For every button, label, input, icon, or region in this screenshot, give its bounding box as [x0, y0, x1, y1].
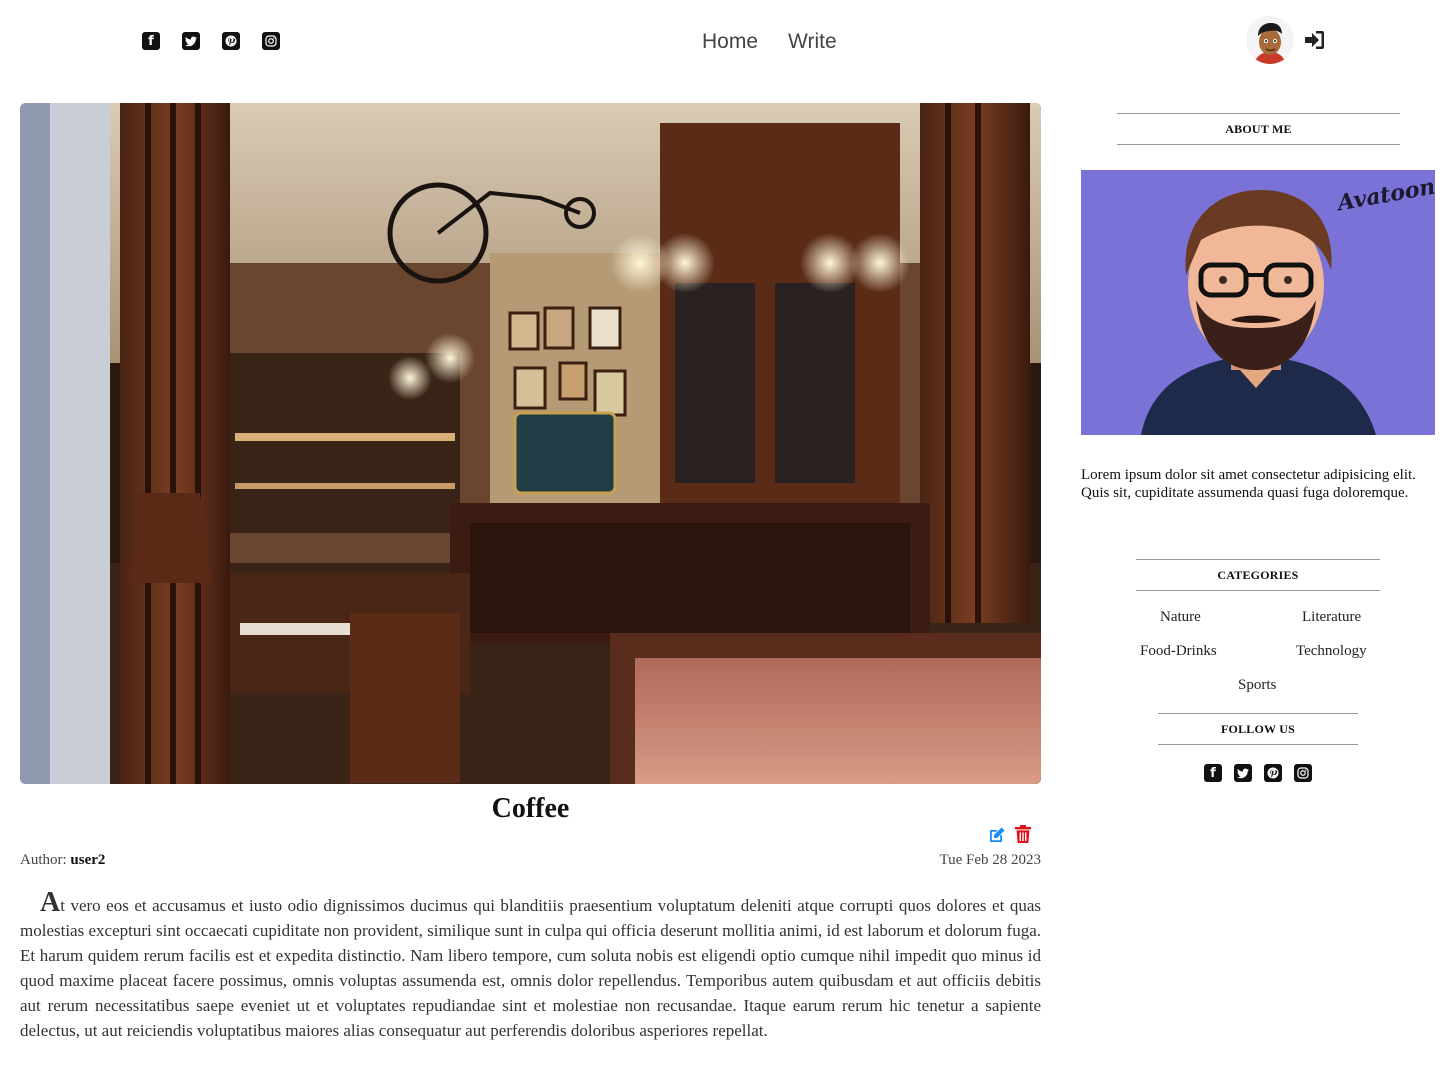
category-food-drinks[interactable]: Food-Drinks	[1140, 643, 1217, 660]
category-literature[interactable]: Literature	[1302, 609, 1361, 626]
top-social-links: f	[142, 32, 280, 50]
main-nav: Home Write	[702, 30, 837, 54]
post-title: Coffee	[491, 793, 570, 824]
post-date: Tue Feb 28 2023	[939, 852, 1041, 868]
user-avatar[interactable]	[1246, 16, 1294, 64]
category-nature[interactable]: Nature	[1160, 609, 1201, 626]
top-bar: f Home Write	[0, 0, 1455, 84]
categories-heading: CATEGORIES	[1136, 559, 1380, 591]
login-icon[interactable]	[1303, 30, 1325, 50]
instagram-icon[interactable]	[262, 32, 280, 50]
twitter-icon[interactable]	[1234, 764, 1252, 782]
pinterest-icon[interactable]	[222, 32, 240, 50]
category-technology[interactable]: Technology	[1296, 643, 1367, 660]
nav-home-link[interactable]: Home	[702, 30, 758, 54]
edit-icon[interactable]	[988, 826, 1006, 844]
pinterest-icon[interactable]	[1264, 764, 1282, 782]
author-name[interactable]: user2	[70, 852, 105, 868]
category-sports[interactable]: Sports	[1238, 677, 1276, 694]
about-me-text: Lorem ipsum dolor sit amet consectetur a…	[1081, 467, 1416, 501]
post-hero-image	[20, 103, 1041, 784]
sidebar-social-links: f	[1204, 764, 1312, 782]
post-body: At vero eos et accusamus et iusto odio d…	[20, 887, 1041, 1043]
author-label: Author:	[20, 852, 67, 868]
about-me-avatar-image: Avatoon	[1081, 170, 1435, 435]
nav-write-link[interactable]: Write	[788, 30, 837, 54]
drop-cap: A	[40, 887, 61, 918]
post-body-text: t vero eos et accusamus et iusto odio di…	[20, 896, 1041, 1040]
about-me-heading: ABOUT ME	[1117, 113, 1400, 145]
instagram-icon[interactable]	[1294, 764, 1312, 782]
delete-icon[interactable]	[1015, 825, 1031, 843]
twitter-icon[interactable]	[182, 32, 200, 50]
post-author: Author: user2	[20, 852, 105, 869]
facebook-icon[interactable]: f	[142, 32, 160, 50]
follow-us-heading: FOLLOW US	[1158, 713, 1358, 745]
facebook-icon[interactable]: f	[1204, 764, 1222, 782]
